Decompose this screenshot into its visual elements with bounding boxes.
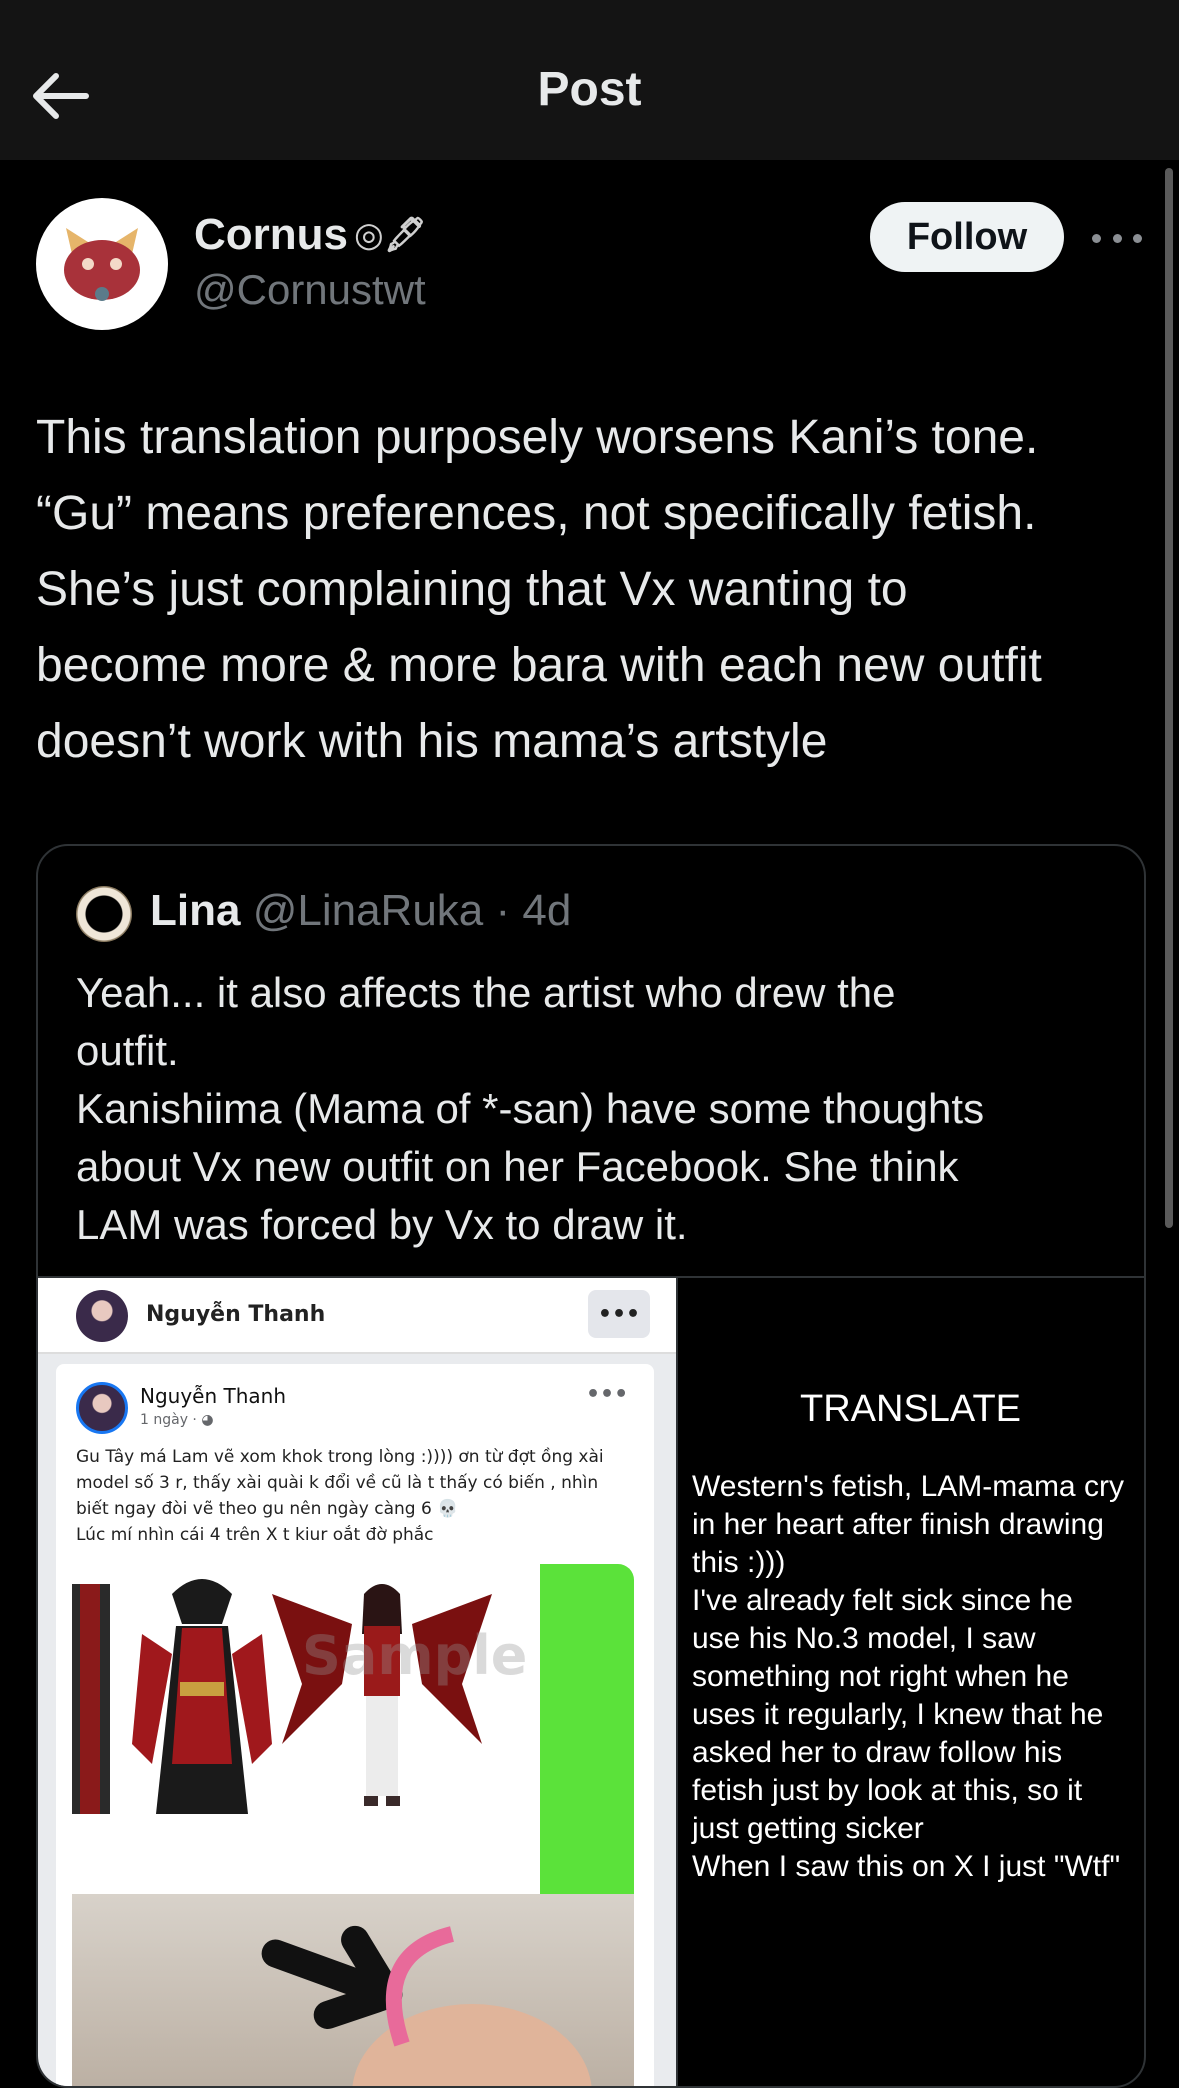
top-app-bar: Post [0,0,1179,160]
author-avatar[interactable] [36,198,168,330]
author-handle[interactable]: @Cornustwt [194,266,426,314]
quote-media-image[interactable]: Nguyễn Thanh ••• Nguyễn Thanh 1 ngày · ◕… [38,1278,678,2086]
quote-author-meta: @LinaRuka · 4d [252,886,572,935]
arrow-right-icon [261,1925,592,2086]
fb-more-icon: ••• [588,1290,650,1338]
fb-page-name: Nguyễn Thanh [146,1302,326,1327]
fb-post-image: Sample [72,1564,634,2086]
fb-post-avatar [76,1382,128,1434]
more-options-icon[interactable] [1092,220,1142,256]
scrollbar[interactable] [1165,168,1173,1228]
mascot-avatar-image [64,228,140,301]
fb-post-text: Gu Tây má Lam vẽ xom khok trong lòng :))… [76,1447,604,1545]
dot [1092,233,1101,243]
quoted-post[interactable]: Lina @LinaRuka · 4d Yeah... it also affe… [36,844,1146,2088]
quote-author-avatar [76,886,132,942]
dot [1112,233,1122,243]
watermark: Sample [302,1624,528,1687]
author-name-text: Cornus [194,210,348,259]
fb-page-avatar [76,1290,128,1342]
fb-page-header: Nguyễn Thanh ••• [38,1278,676,1354]
fb-post-more-icon: ••• [586,1382,629,1407]
quote-header: Lina @LinaRuka · 4d [150,886,571,936]
dot [1133,233,1142,243]
author-name[interactable]: Cornus ◎🖋 [194,210,427,260]
reaction-photo [72,1894,634,2086]
pen-icon: ◎🖋 [354,216,427,254]
page-title: Post [537,63,642,116]
fb-post-time: 1 ngày · ◕ [140,1412,214,1428]
green-backdrop [540,1564,634,1894]
follow-button[interactable]: Follow [870,202,1064,272]
quote-author-name: Lina [150,886,241,935]
fb-post-name: Nguyễn Thanh [140,1384,287,1408]
translate-title: TRANSLATE [800,1388,1022,1430]
post-text: This translation purposely worsens Kani’… [36,411,1042,768]
fb-post-card: Nguyễn Thanh 1 ngày · ◕ ••• Gu Tây má La… [56,1364,654,2086]
translate-text: Western's fetish, LAM-mama cry in her he… [692,1470,1124,1883]
quote-text: Yeah... it also affects the artist who d… [76,969,985,1248]
